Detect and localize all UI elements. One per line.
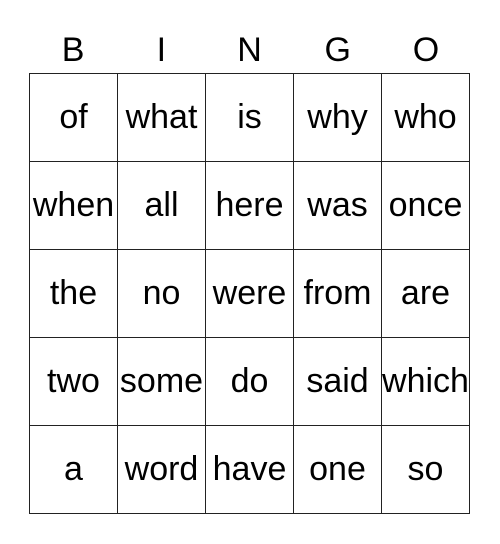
bingo-cell[interactable]: two bbox=[29, 337, 118, 426]
bingo-cell[interactable]: who bbox=[381, 73, 470, 162]
bingo-cell[interactable]: one bbox=[293, 425, 382, 514]
bingo-header: B I N G O bbox=[29, 28, 470, 72]
bingo-cell[interactable]: a bbox=[29, 425, 118, 514]
bingo-cell[interactable]: some bbox=[117, 337, 206, 426]
bingo-cell[interactable]: said bbox=[293, 337, 382, 426]
bingo-cell[interactable]: all bbox=[117, 161, 206, 250]
bingo-cell[interactable]: what bbox=[117, 73, 206, 162]
header-letter-o: O bbox=[412, 31, 440, 69]
bingo-cell[interactable]: do bbox=[205, 337, 294, 426]
bingo-cell[interactable]: which bbox=[381, 337, 470, 426]
bingo-cell[interactable]: here bbox=[205, 161, 294, 250]
bingo-cell[interactable]: were bbox=[205, 249, 294, 338]
header-letter-n: N bbox=[237, 31, 262, 69]
grid-row: a word have one so bbox=[29, 425, 470, 514]
header-letter-g: G bbox=[324, 31, 351, 69]
header-letter-i: I bbox=[156, 31, 167, 69]
bingo-cell[interactable]: when bbox=[29, 161, 118, 250]
bingo-cell[interactable]: why bbox=[293, 73, 382, 162]
grid-row: of what is why who bbox=[29, 73, 470, 162]
bingo-cell[interactable]: of bbox=[29, 73, 118, 162]
bingo-cell[interactable]: is bbox=[205, 73, 294, 162]
bingo-cell[interactable]: from bbox=[293, 249, 382, 338]
grid-row: two some do said which bbox=[29, 337, 470, 426]
bingo-cell[interactable]: word bbox=[117, 425, 206, 514]
grid-row: when all here was once bbox=[29, 161, 470, 250]
bingo-grid: of what is why who when all here was onc… bbox=[29, 73, 470, 514]
bingo-cell[interactable]: was bbox=[293, 161, 382, 250]
bingo-cell[interactable]: once bbox=[381, 161, 470, 250]
bingo-cell[interactable]: no bbox=[117, 249, 206, 338]
bingo-cell[interactable]: so bbox=[381, 425, 470, 514]
grid-row: the no were from are bbox=[29, 249, 470, 338]
header-letter-b: B bbox=[61, 31, 85, 69]
bingo-cell[interactable]: the bbox=[29, 249, 118, 338]
bingo-cell[interactable]: are bbox=[381, 249, 470, 338]
bingo-cell[interactable]: have bbox=[205, 425, 294, 514]
